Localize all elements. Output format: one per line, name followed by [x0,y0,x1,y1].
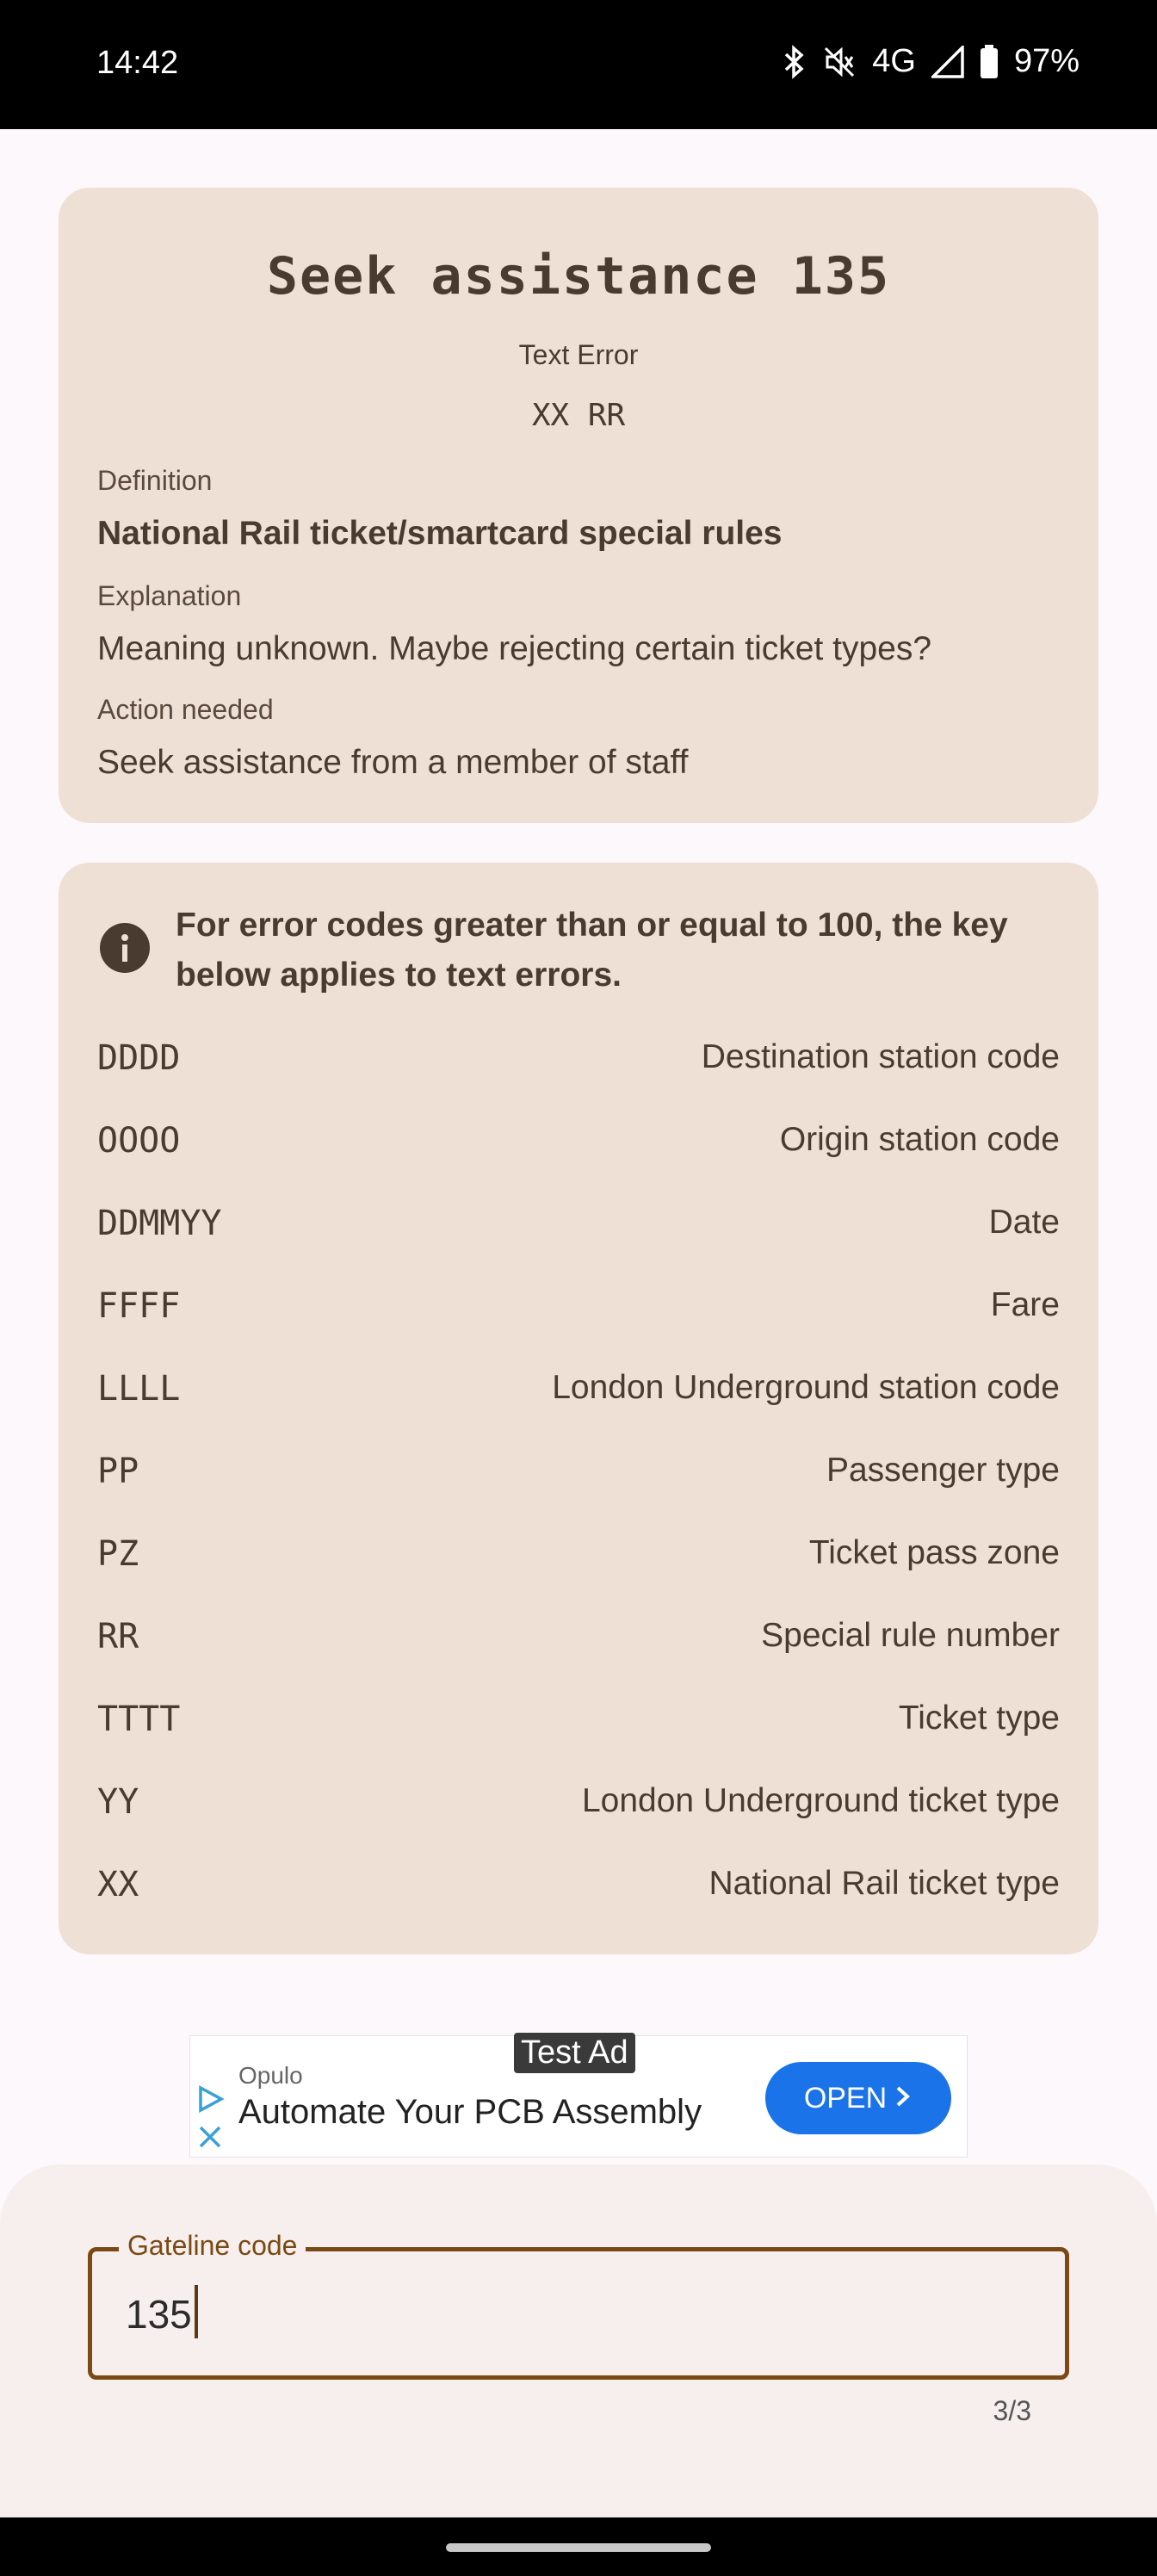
key-row: FFFF Fare [97,1286,1060,1338]
key-description: Ticket type [898,1700,1060,1737]
key-row: DDMMYY Date [97,1204,1060,1255]
character-counter: 3/3 [993,2395,1031,2426]
key-description: Passenger type [826,1452,1060,1489]
status-bar: 14:42 4G 97% [0,0,1157,129]
definition-value: National Rail ticket/smartcard special r… [97,515,783,552]
key-row: LLLL London Underground station code [97,1369,1060,1421]
key-code: XX [97,1865,139,1904]
network-type: 4G [872,43,916,79]
battery-percent: 97% [1013,43,1080,79]
key-row: OOOO Origin station code [97,1121,1060,1173]
key-row: XX National Rail ticket type [97,1865,1060,1917]
chevron-right-icon [894,2082,913,2115]
definition-label: Definition [97,465,213,496]
ad-advertiser: Opulo [238,2062,303,2089]
key-code: PZ [97,1534,139,1574]
key-code: YY [97,1782,139,1822]
test-ad-badge: Test Ad [514,2033,635,2073]
key-description: London Underground ticket type [581,1782,1060,1819]
battery-icon [980,44,999,79]
key-description: Date [988,1204,1060,1241]
status-icons: 4G 97% [781,43,1080,80]
key-description: London Underground station code [552,1369,1060,1406]
key-code: DDMMYY [97,1204,222,1243]
key-code: RR [97,1617,139,1656]
key-info-text: For error codes greater than or equal to… [176,907,1008,994]
status-time: 14:42 [96,45,179,81]
key-code: PP [97,1452,139,1491]
key-code: TTTT [97,1700,181,1739]
key-description: Destination station code [701,1038,1060,1075]
key-description: Ticket pass zone [808,1534,1060,1571]
key-code: OOOO [97,1121,181,1161]
ad-open-label: OPEN [803,2081,888,2115]
gateline-code-label: Gateline code [119,2230,306,2262]
key-row: TTTT Ticket type [97,1700,1060,1751]
explanation-label: Explanation [97,580,242,611]
key-code: DDDD [97,1038,181,1078]
ad-open-button[interactable]: OPEN [765,2062,951,2134]
key-description: Special rule number [761,1617,1060,1654]
error-type: Text Error [518,339,639,370]
action-label: Action needed [97,694,274,725]
key-code: FFFF [97,1286,181,1326]
ad-choices-icon[interactable] [195,2084,225,2118]
bluetooth-icon [781,44,807,79]
gateline-code-input[interactable] [126,2287,1038,2342]
key-row: RR Special rule number [97,1617,1060,1669]
key-row: PP Passenger type [97,1452,1060,1503]
signal-icon [931,45,964,78]
key-row: DDDD Destination station code [97,1038,1060,1090]
key-description: National Rail ticket type [708,1865,1060,1902]
key-row: YY London Underground ticket type [97,1782,1060,1834]
ad-banner[interactable]: Test Ad Opulo Automate Your PCB Assembly… [189,2033,968,2158]
key-row: PZ Ticket pass zone [97,1534,1060,1586]
ad-headline[interactable]: Automate Your PCB Assembly [238,2093,702,2132]
info-icon [100,923,150,973]
close-icon[interactable] [197,2124,223,2154]
error-format-code: XX RR [531,398,626,433]
text-cursor [195,2285,198,2338]
mute-icon [822,45,857,79]
action-value: Seek assistance from a member of staff [97,744,689,781]
explanation-value: Meaning unknown. Maybe rejecting certain… [97,630,932,667]
error-title: Seek assistance 135 [266,246,891,307]
key-description: Fare [990,1286,1060,1323]
key-description: Origin station code [779,1121,1060,1158]
home-gesture-handle[interactable] [446,2543,711,2552]
key-code: LLLL [97,1369,181,1409]
